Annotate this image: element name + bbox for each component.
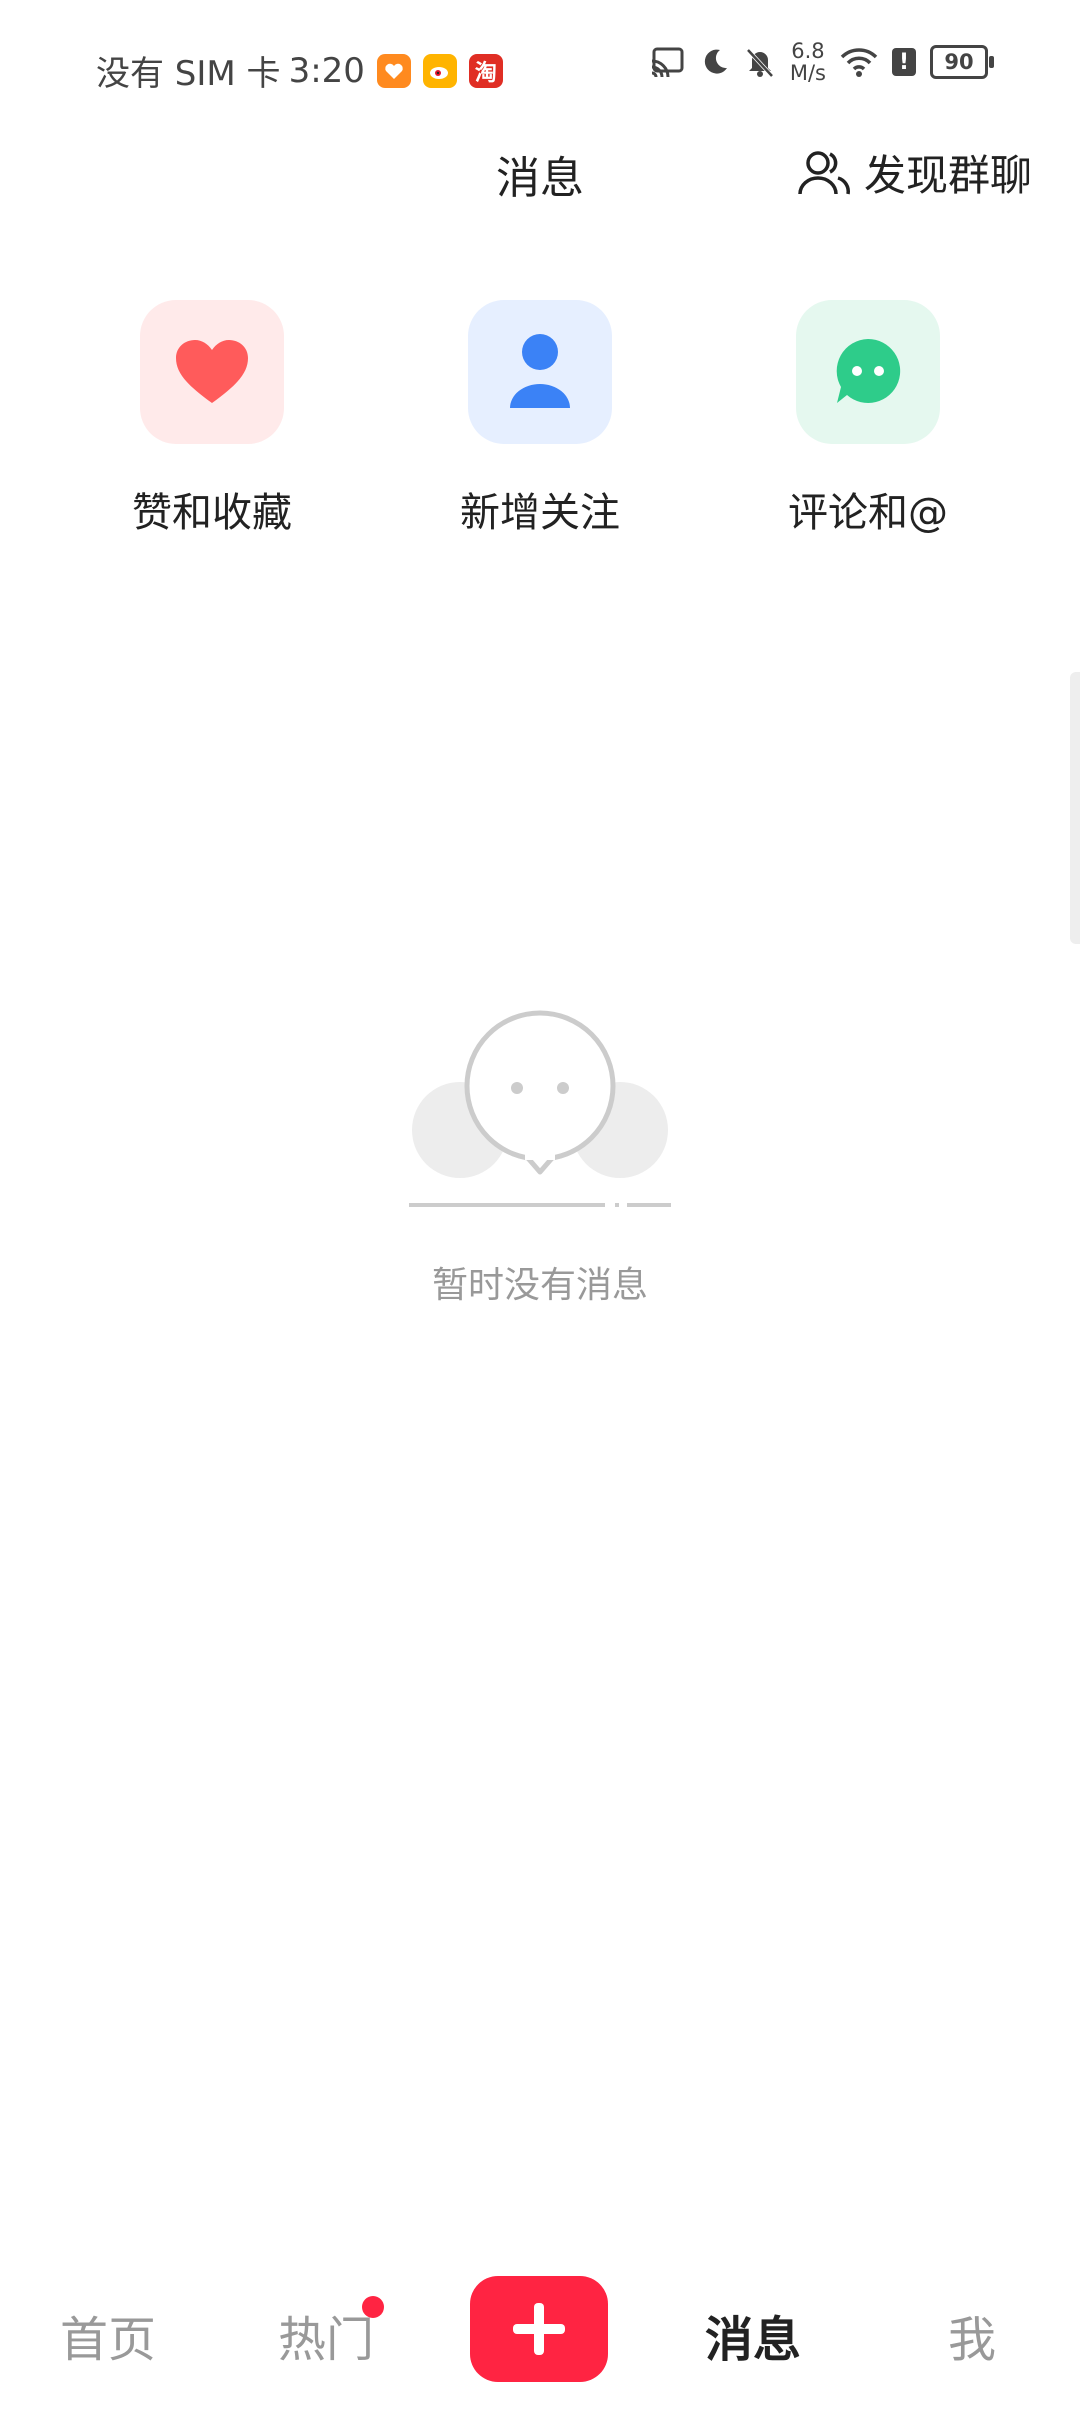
likes-tile: [140, 300, 284, 444]
mute-bell-icon: [746, 48, 774, 78]
wifi-icon: [840, 48, 878, 77]
battery-level: 90: [944, 50, 974, 74]
status-left: 没有 SIM 卡 3:20 淘: [96, 46, 503, 95]
likes-and-favorites-button[interactable]: 赞和收藏: [82, 300, 342, 538]
speed-value: 6.8: [791, 39, 825, 63]
followers-label: 新增关注: [460, 490, 620, 536]
carrier-text: 没有 SIM 卡: [96, 54, 281, 94]
moon-icon: [704, 49, 727, 74]
discover-group-chat-button[interactable]: 发现群聊: [796, 142, 1032, 203]
empty-state-text: 暂时没有消息: [431, 1265, 648, 1306]
plus-icon: [513, 2303, 565, 2355]
empty-state: 暂时没有消息: [0, 1010, 1080, 1308]
weibo-icon: [422, 53, 457, 88]
nav-hot[interactable]: 热门: [278, 2300, 374, 2370]
nav-messages[interactable]: 消息: [705, 2300, 801, 2370]
comments-and-mentions-button[interactable]: 评论和@: [738, 300, 998, 538]
messages-screen: 没有 SIM 卡 3:20 淘 6.8 M/s ! 90 消息 发现群聊 赞和收…: [0, 0, 1080, 2412]
network-speed: 6.8 M/s: [790, 40, 826, 84]
heart-icon: [176, 340, 248, 403]
alert-icon: !: [892, 48, 916, 76]
discover-label: 发现群聊: [863, 151, 1032, 200]
chat-bubble-icon: [836, 338, 901, 403]
nav-me[interactable]: 我: [948, 2300, 996, 2370]
comments-tile: [796, 300, 940, 444]
speed-unit: M/s: [789, 61, 826, 85]
cast-icon: [651, 47, 684, 78]
likes-label: 赞和收藏: [132, 490, 292, 536]
header: 消息 发现群聊: [0, 130, 1080, 230]
nav-home[interactable]: 首页: [60, 2300, 156, 2370]
scroll-handle[interactable]: [1070, 672, 1080, 944]
create-post-button[interactable]: [470, 2276, 608, 2382]
group-users-icon: [798, 150, 850, 194]
new-followers-button[interactable]: 新增关注: [410, 300, 670, 538]
quick-actions: 赞和收藏 新增关注 评论和@: [0, 300, 1080, 540]
hot-notification-dot: [362, 2296, 384, 2318]
taobao-icon: 淘: [468, 53, 503, 88]
comments-label: 评论和@: [788, 490, 948, 536]
user-icon: [510, 334, 570, 408]
empty-chat-illustration: [409, 1010, 671, 1207]
status-bar: 没有 SIM 卡 3:20 淘 6.8 M/s ! 90: [0, 0, 1080, 130]
bottom-navigation: 首页 热门 消息 我: [0, 2272, 1080, 2412]
clock: 3:20: [288, 50, 365, 91]
battery-icon: 90: [930, 45, 994, 79]
followers-tile: [468, 300, 612, 444]
status-right: 6.8 M/s ! 90: [650, 40, 994, 84]
taobao-deals-icon: [376, 53, 411, 88]
